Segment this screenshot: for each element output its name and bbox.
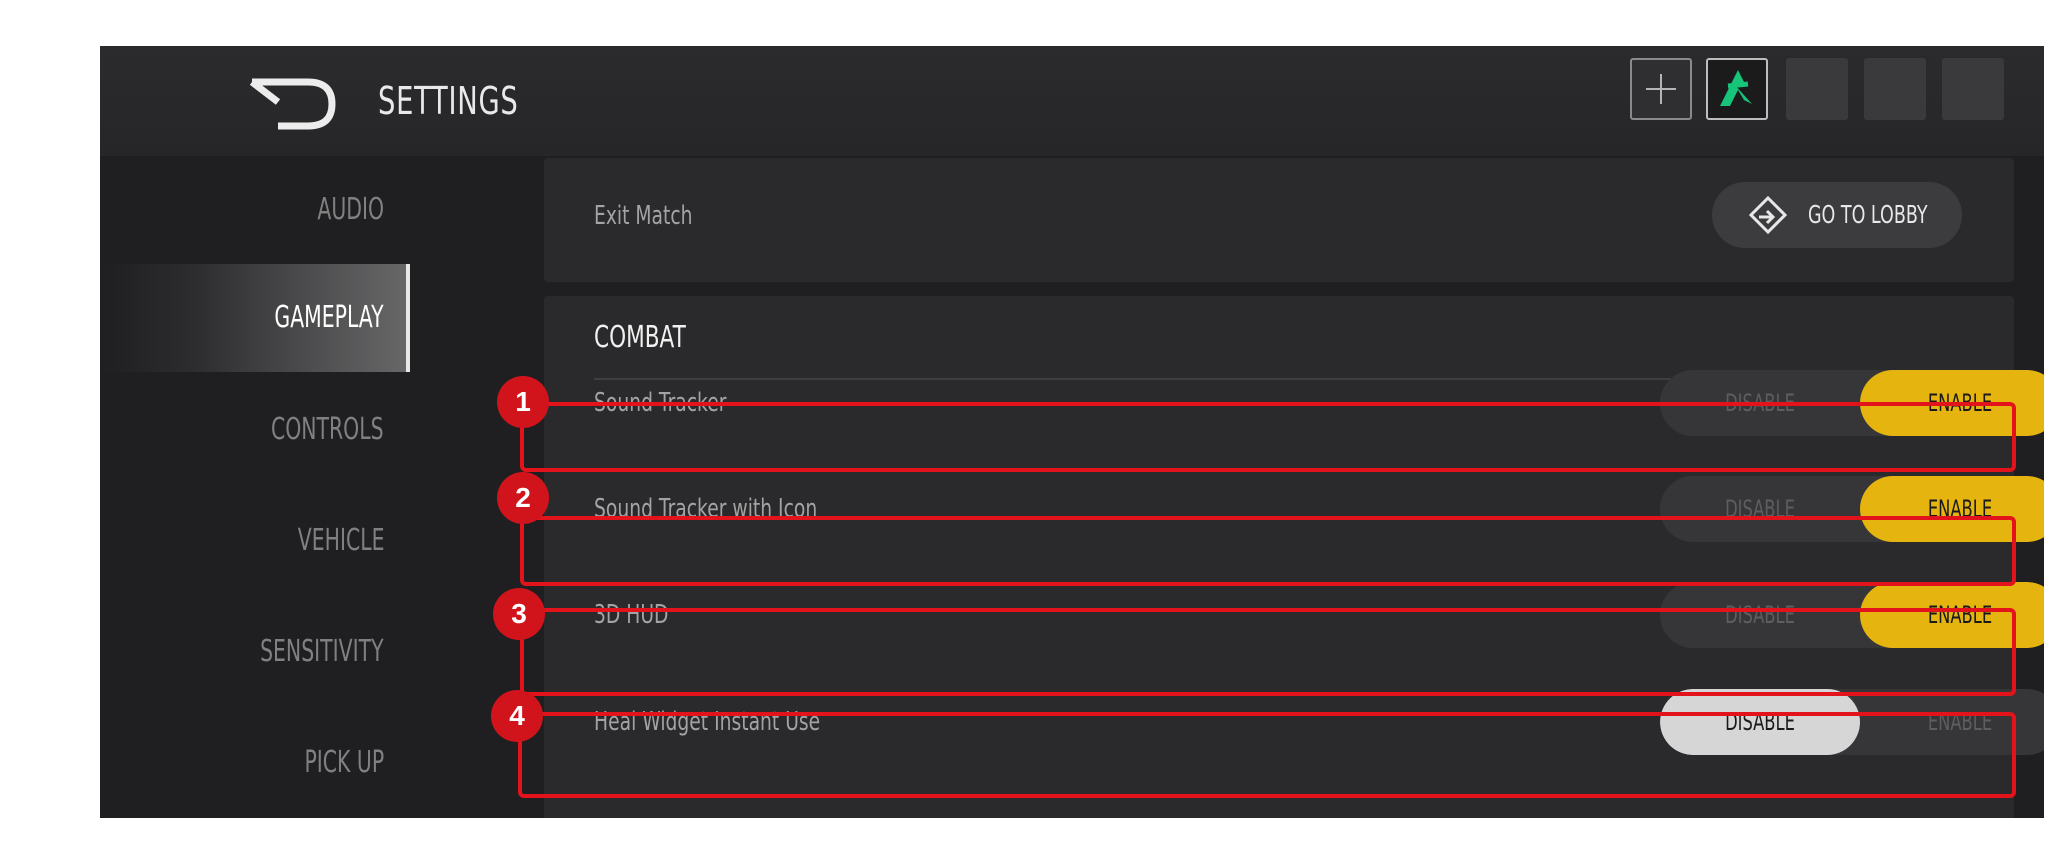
- sidebar-item-label: VEHICLE: [297, 523, 384, 558]
- sidebar-item-pick-up[interactable]: PICK UP: [100, 709, 410, 817]
- sidebar-item-vehicle[interactable]: VEHICLE: [100, 487, 410, 595]
- annotation-badge: 4: [491, 690, 543, 742]
- go-to-lobby-label: GO TO LOBBY: [1808, 200, 1928, 229]
- empty-slot[interactable]: [1942, 58, 2004, 120]
- annotation-box: [520, 402, 2016, 472]
- add-icon[interactable]: [1630, 58, 1692, 120]
- section-title: COMBAT: [594, 320, 686, 355]
- annotation-box: [520, 516, 2016, 586]
- sidebar-item-gameplay[interactable]: GAMEPLAY: [100, 264, 410, 372]
- sidebar-item-audio[interactable]: AUDIO: [100, 156, 410, 264]
- page-title: SETTINGS: [378, 79, 519, 123]
- empty-slot[interactable]: [1864, 58, 1926, 120]
- exit-match-label: Exit Match: [594, 201, 693, 231]
- sidebar-item-label: GAMEPLAY: [274, 300, 384, 335]
- sidebar-item-controls[interactable]: CONTROLS: [100, 376, 410, 484]
- annotation-badge: 2: [497, 472, 549, 524]
- annotation-box: [520, 608, 2016, 696]
- sidebar-item-label: SENSITIVITY: [260, 634, 384, 669]
- exit-match-panel: Exit Match GO TO LOBBY: [544, 158, 2014, 282]
- sidebar-item-label: AUDIO: [317, 192, 384, 227]
- sidebar-item-sensitivity[interactable]: SENSITIVITY: [100, 598, 410, 706]
- avatar[interactable]: [1706, 58, 1768, 120]
- annotation-badge: 1: [497, 376, 549, 428]
- settings-sidebar: AUDIO GAMEPLAY CONTROLS VEHICLE SENSITIV…: [100, 156, 410, 818]
- top-bar: SETTINGS: [100, 46, 2044, 156]
- avatar-logo-icon: [1720, 70, 1752, 106]
- go-to-lobby-button[interactable]: GO TO LOBBY: [1712, 182, 1962, 248]
- annotation-box: [518, 712, 2016, 798]
- annotation-badge: 3: [493, 588, 545, 640]
- back-icon[interactable]: [248, 68, 338, 132]
- sidebar-item-label: CONTROLS: [271, 412, 384, 447]
- lobby-diamond-icon: [1748, 195, 1788, 235]
- empty-slot[interactable]: [1786, 58, 1848, 120]
- sidebar-item-label: PICK UP: [304, 745, 384, 780]
